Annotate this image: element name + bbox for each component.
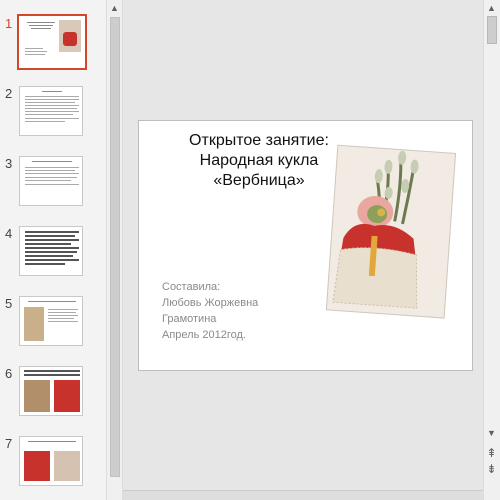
thumbnail-slide-2[interactable]: 2 [0,86,106,146]
thumbnail-preview[interactable] [19,156,83,206]
thumbnail-slide-4[interactable]: 4 [0,226,106,286]
editor-scrollbar[interactable]: ▲ ▼ ⇞ ⇟ [483,0,500,500]
thumbnail-slide-5[interactable]: 5 [0,296,106,356]
editor-scroll-thumb[interactable] [487,16,497,44]
thumbnail-preview[interactable] [19,226,83,276]
subtitle-line: Апрель 2012год. [162,329,246,341]
thumbnail-preview[interactable] [19,86,83,136]
subtitle-line: Составила: [162,281,221,293]
scroll-up-icon[interactable]: ▲ [484,3,499,13]
subtitle-line: Грамотина [162,313,217,325]
slide-editor: Открытое занятие: Народная кукла «Вербни… [123,0,483,500]
thumbnail-number: 4 [5,226,13,241]
thumbnail-slide-3[interactable]: 3 [0,156,106,216]
current-slide[interactable]: Открытое занятие: Народная кукла «Вербни… [138,120,473,371]
thumbnail-number: 1 [5,16,13,31]
thumbnail-slide-6[interactable]: 6 [0,366,106,426]
thumbnail-preview[interactable] [19,436,83,486]
thumbnail-slide-1[interactable]: 1 [0,14,106,76]
thumbnail-photo [54,380,80,412]
thumbnail-number: 7 [5,436,13,451]
slide-thumbnail-pane: 1 2 3 4 5 6 7 [0,0,106,500]
thumbnail-slide-7[interactable]: 7 [0,436,106,496]
thumbnail-preview[interactable] [19,366,83,416]
thumbnail-preview[interactable] [17,14,87,70]
thumbnail-number: 6 [5,366,13,381]
thumbnail-number: 3 [5,156,13,171]
thumbnail-photo [24,380,50,412]
previous-slide-icon[interactable]: ⇞ [484,446,499,460]
thumbnail-scrollbar[interactable]: ▲ [106,0,123,500]
thumbnail-number: 5 [5,296,13,311]
next-slide-icon[interactable]: ⇟ [484,462,499,476]
thumbnail-number: 2 [5,86,13,101]
scroll-up-icon[interactable]: ▲ [107,3,122,13]
thumbnail-photo [24,451,50,481]
thumbnail-photo [59,20,81,52]
subtitle-line: Любовь Жоржевна [162,297,259,309]
thumbnail-preview[interactable] [19,296,83,346]
thumbnail-scroll-thumb[interactable] [110,17,120,477]
thumbnail-photo [54,451,80,481]
doll-photo[interactable] [314,141,464,321]
slide-subtitle[interactable]: Составила: Любовь Жоржевна Грамотина Апр… [162,279,258,343]
horizontal-scrollbar[interactable] [123,490,483,500]
scroll-down-icon[interactable]: ▼ [484,428,499,438]
thumbnail-photo [24,307,44,341]
